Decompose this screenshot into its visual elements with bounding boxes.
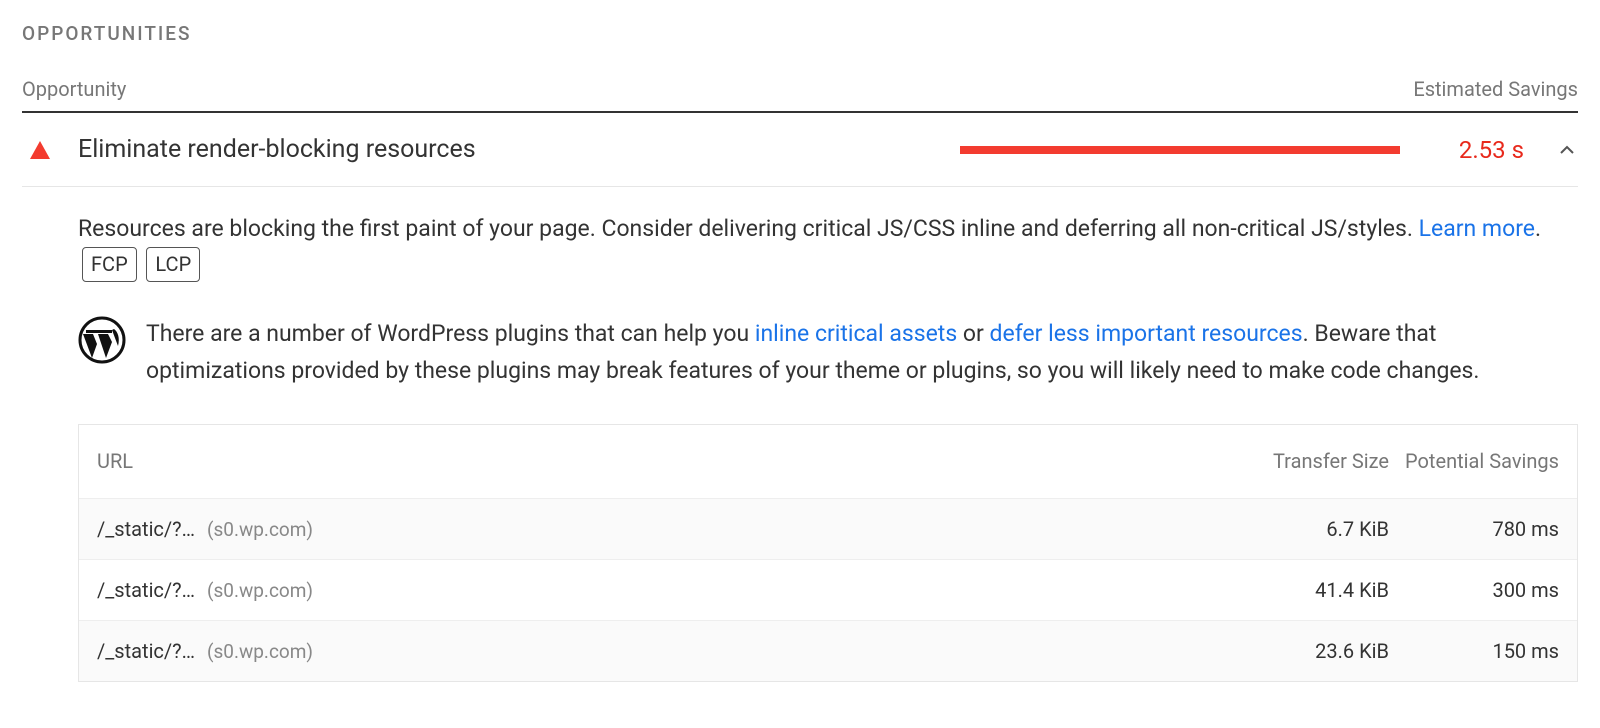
opportunities-section-title: OPPORTUNITIES	[22, 22, 1578, 45]
cell-transfer-size: 23.6 KiB	[1219, 639, 1389, 663]
cell-url-path: /_static/?…	[97, 639, 195, 663]
table-row: /_static/?… (s0.wp.com) 6.7 KiB 780 ms	[79, 498, 1577, 559]
description-text: Resources are blocking the first paint o…	[78, 215, 1419, 242]
opportunity-detail: Resources are blocking the first paint o…	[22, 187, 1578, 682]
cell-url-host: (s0.wp.com)	[207, 518, 313, 541]
th-url: URL	[97, 449, 1219, 473]
cell-potential-savings: 780 ms	[1389, 517, 1559, 541]
severity-triangle-icon	[22, 141, 58, 159]
col-estimated-savings-label: Estimated Savings	[1413, 77, 1578, 101]
description-suffix: .	[1535, 215, 1541, 242]
opportunity-savings-value: 2.53 s	[1444, 136, 1524, 164]
cell-potential-savings: 150 ms	[1389, 639, 1559, 663]
savings-bar	[960, 146, 1400, 154]
cell-url-host: (s0.wp.com)	[207, 640, 313, 663]
wp-link-inline-critical-assets[interactable]: inline critical assets	[755, 320, 957, 347]
resources-table: URL Transfer Size Potential Savings /_st…	[78, 424, 1578, 682]
metric-pill-lcp: LCP	[146, 247, 200, 282]
expand-toggle[interactable]	[1556, 141, 1578, 159]
wp-hint-prefix: There are a number of WordPress plugins …	[146, 320, 755, 347]
cell-transfer-size: 41.4 KiB	[1219, 578, 1389, 602]
col-opportunity-label: Opportunity	[22, 77, 126, 101]
learn-more-link[interactable]: Learn more	[1419, 215, 1535, 242]
cell-url-path: /_static/?…	[97, 517, 195, 541]
th-potential-savings: Potential Savings	[1389, 449, 1559, 474]
table-header-row: URL Transfer Size Potential Savings	[79, 425, 1577, 498]
opportunity-title: Eliminate render-blocking resources	[78, 135, 940, 164]
opportunity-description: Resources are blocking the first paint o…	[78, 211, 1578, 282]
table-row: /_static/?… (s0.wp.com) 23.6 KiB 150 ms	[79, 620, 1577, 681]
wp-link-defer-resources[interactable]: defer less important resources	[990, 320, 1303, 347]
metric-pill-fcp: FCP	[82, 247, 137, 282]
table-row: /_static/?… (s0.wp.com) 41.4 KiB 300 ms	[79, 559, 1577, 620]
wordpress-hint: There are a number of WordPress plugins …	[78, 316, 1578, 390]
wp-hint-mid1: or	[957, 320, 989, 347]
cell-potential-savings: 300 ms	[1389, 578, 1559, 602]
chevron-up-icon	[1558, 141, 1576, 159]
th-transfer-size: Transfer Size	[1219, 449, 1389, 474]
cell-url-host: (s0.wp.com)	[207, 579, 313, 602]
wordpress-icon	[78, 316, 126, 368]
cell-url-path: /_static/?…	[97, 578, 195, 602]
cell-transfer-size: 6.7 KiB	[1219, 517, 1389, 541]
opportunities-header-row: Opportunity Estimated Savings	[22, 77, 1578, 113]
opportunity-row[interactable]: Eliminate render-blocking resources 2.53…	[22, 113, 1578, 187]
